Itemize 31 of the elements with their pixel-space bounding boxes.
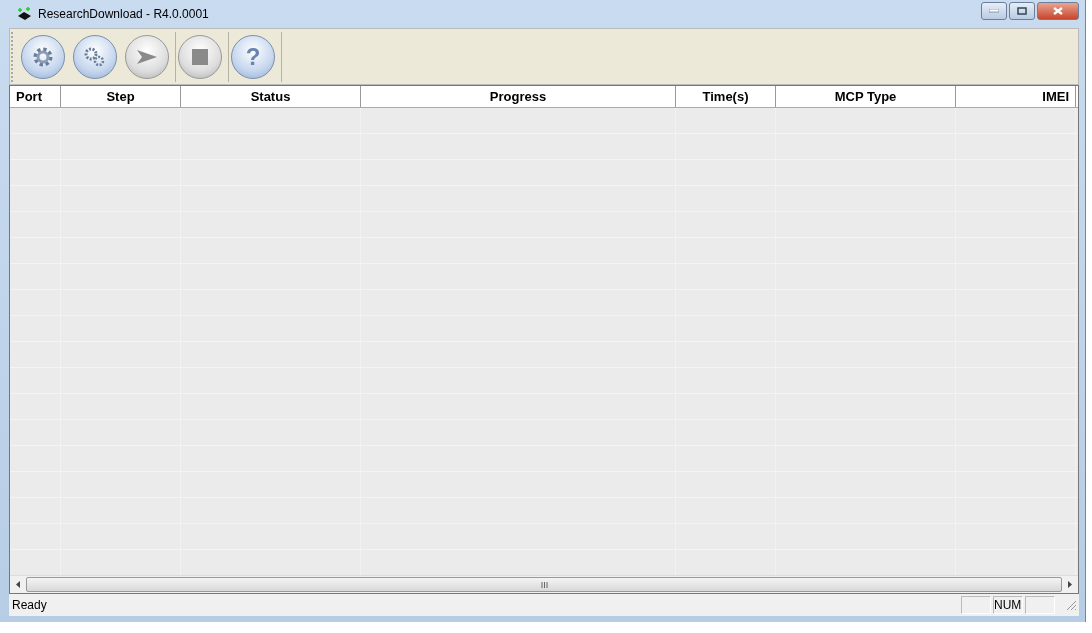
- column-header[interactable]: Status: [181, 86, 361, 107]
- gears-button[interactable]: [73, 34, 117, 79]
- settings-button[interactable]: [21, 34, 65, 79]
- grip-icon: [540, 581, 548, 588]
- column-header[interactable]: Time(s): [676, 86, 776, 107]
- maximize-button[interactable]: [1009, 2, 1035, 20]
- status-panel: [961, 596, 991, 614]
- horizontal-scrollbar[interactable]: [10, 575, 1078, 593]
- column-header[interactable]: Step: [61, 86, 181, 107]
- scrollbar-thumb[interactable]: [26, 577, 1062, 592]
- scroll-right-icon[interactable]: [1068, 581, 1072, 588]
- scroll-left-icon[interactable]: [16, 581, 20, 588]
- column-header[interactable]: Port: [10, 86, 61, 107]
- column-header[interactable]: IMEI: [956, 86, 1076, 107]
- minimize-button[interactable]: [981, 2, 1007, 20]
- arrow-icon: [136, 48, 158, 65]
- maximize-icon: [1017, 7, 1027, 15]
- window-title: ResearchDownload - R4.0.0001: [38, 7, 209, 21]
- column-header[interactable]: Progress: [361, 86, 676, 107]
- minimize-icon: [989, 9, 999, 13]
- column-header[interactable]: MCP Type: [776, 86, 956, 107]
- gear-icon: [32, 45, 54, 68]
- resize-grip-icon[interactable]: [1065, 599, 1077, 611]
- close-button[interactable]: [1037, 2, 1079, 20]
- gears-icon: [83, 45, 107, 68]
- app-icon: [17, 7, 33, 21]
- status-indicator: NUM: [993, 596, 1023, 614]
- status-text: Ready: [12, 598, 47, 612]
- close-icon: [1053, 7, 1063, 15]
- status-panel: [1025, 596, 1055, 614]
- stop-icon: [192, 48, 208, 65]
